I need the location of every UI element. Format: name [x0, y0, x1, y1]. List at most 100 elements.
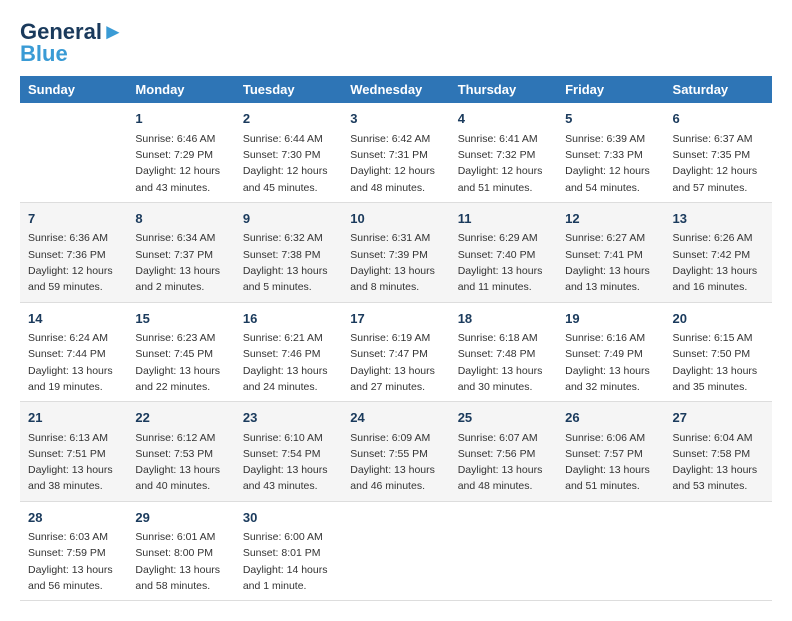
calendar-cell: 2Sunrise: 6:44 AMSunset: 7:30 PMDaylight… [235, 103, 342, 202]
calendar-cell: 14Sunrise: 6:24 AMSunset: 7:44 PMDayligh… [20, 302, 127, 402]
calendar-cell [450, 501, 557, 601]
day-info: Sunrise: 6:15 AMSunset: 7:50 PMDaylight:… [673, 330, 764, 395]
day-number: 3 [350, 109, 441, 129]
day-info: Sunrise: 6:44 AMSunset: 7:30 PMDaylight:… [243, 131, 334, 196]
day-number: 14 [28, 309, 119, 329]
day-info: Sunrise: 6:24 AMSunset: 7:44 PMDaylight:… [28, 330, 119, 395]
calendar-cell: 28Sunrise: 6:03 AMSunset: 7:59 PMDayligh… [20, 501, 127, 601]
calendar-cell: 6Sunrise: 6:37 AMSunset: 7:35 PMDaylight… [665, 103, 772, 202]
day-info: Sunrise: 6:42 AMSunset: 7:31 PMDaylight:… [350, 131, 441, 196]
week-row-1: 1Sunrise: 6:46 AMSunset: 7:29 PMDaylight… [20, 103, 772, 202]
calendar-cell: 16Sunrise: 6:21 AMSunset: 7:46 PMDayligh… [235, 302, 342, 402]
day-info: Sunrise: 6:06 AMSunset: 7:57 PMDaylight:… [565, 430, 656, 495]
calendar-cell: 1Sunrise: 6:46 AMSunset: 7:29 PMDaylight… [127, 103, 234, 202]
header-day-thursday: Thursday [450, 76, 557, 103]
page-header: General► Blue [20, 20, 772, 66]
calendar-cell: 24Sunrise: 6:09 AMSunset: 7:55 PMDayligh… [342, 402, 449, 502]
day-number: 8 [135, 209, 226, 229]
calendar-cell [665, 501, 772, 601]
header-day-friday: Friday [557, 76, 664, 103]
day-info: Sunrise: 6:00 AMSunset: 8:01 PMDaylight:… [243, 529, 334, 594]
calendar-cell: 17Sunrise: 6:19 AMSunset: 7:47 PMDayligh… [342, 302, 449, 402]
calendar-cell: 4Sunrise: 6:41 AMSunset: 7:32 PMDaylight… [450, 103, 557, 202]
day-number: 7 [28, 209, 119, 229]
calendar-cell: 15Sunrise: 6:23 AMSunset: 7:45 PMDayligh… [127, 302, 234, 402]
day-number: 1 [135, 109, 226, 129]
day-info: Sunrise: 6:31 AMSunset: 7:39 PMDaylight:… [350, 230, 441, 295]
header-row: SundayMondayTuesdayWednesdayThursdayFrid… [20, 76, 772, 103]
day-number: 28 [28, 508, 119, 528]
calendar-cell: 7Sunrise: 6:36 AMSunset: 7:36 PMDaylight… [20, 202, 127, 302]
day-info: Sunrise: 6:36 AMSunset: 7:36 PMDaylight:… [28, 230, 119, 295]
day-number: 12 [565, 209, 656, 229]
calendar-cell: 20Sunrise: 6:15 AMSunset: 7:50 PMDayligh… [665, 302, 772, 402]
day-info: Sunrise: 6:46 AMSunset: 7:29 PMDaylight:… [135, 131, 226, 196]
day-number: 21 [28, 408, 119, 428]
header-day-sunday: Sunday [20, 76, 127, 103]
day-number: 22 [135, 408, 226, 428]
day-info: Sunrise: 6:12 AMSunset: 7:53 PMDaylight:… [135, 430, 226, 495]
day-info: Sunrise: 6:19 AMSunset: 7:47 PMDaylight:… [350, 330, 441, 395]
calendar-cell: 5Sunrise: 6:39 AMSunset: 7:33 PMDaylight… [557, 103, 664, 202]
day-info: Sunrise: 6:34 AMSunset: 7:37 PMDaylight:… [135, 230, 226, 295]
day-number: 9 [243, 209, 334, 229]
week-row-2: 7Sunrise: 6:36 AMSunset: 7:36 PMDaylight… [20, 202, 772, 302]
day-info: Sunrise: 6:39 AMSunset: 7:33 PMDaylight:… [565, 131, 656, 196]
day-info: Sunrise: 6:16 AMSunset: 7:49 PMDaylight:… [565, 330, 656, 395]
day-info: Sunrise: 6:03 AMSunset: 7:59 PMDaylight:… [28, 529, 119, 594]
day-number: 16 [243, 309, 334, 329]
logo: General► Blue [20, 20, 124, 66]
day-info: Sunrise: 6:10 AMSunset: 7:54 PMDaylight:… [243, 430, 334, 495]
calendar-cell: 12Sunrise: 6:27 AMSunset: 7:41 PMDayligh… [557, 202, 664, 302]
calendar-cell [20, 103, 127, 202]
day-number: 19 [565, 309, 656, 329]
calendar-cell: 22Sunrise: 6:12 AMSunset: 7:53 PMDayligh… [127, 402, 234, 502]
week-row-4: 21Sunrise: 6:13 AMSunset: 7:51 PMDayligh… [20, 402, 772, 502]
calendar-cell: 9Sunrise: 6:32 AMSunset: 7:38 PMDaylight… [235, 202, 342, 302]
day-info: Sunrise: 6:01 AMSunset: 8:00 PMDaylight:… [135, 529, 226, 594]
day-number: 5 [565, 109, 656, 129]
day-number: 6 [673, 109, 764, 129]
day-number: 11 [458, 209, 549, 229]
day-number: 23 [243, 408, 334, 428]
calendar-cell: 10Sunrise: 6:31 AMSunset: 7:39 PMDayligh… [342, 202, 449, 302]
week-row-5: 28Sunrise: 6:03 AMSunset: 7:59 PMDayligh… [20, 501, 772, 601]
day-number: 18 [458, 309, 549, 329]
day-info: Sunrise: 6:27 AMSunset: 7:41 PMDaylight:… [565, 230, 656, 295]
calendar-cell: 3Sunrise: 6:42 AMSunset: 7:31 PMDaylight… [342, 103, 449, 202]
day-info: Sunrise: 6:37 AMSunset: 7:35 PMDaylight:… [673, 131, 764, 196]
day-number: 29 [135, 508, 226, 528]
logo-subtext: Blue [20, 42, 68, 66]
day-info: Sunrise: 6:32 AMSunset: 7:38 PMDaylight:… [243, 230, 334, 295]
header-day-wednesday: Wednesday [342, 76, 449, 103]
day-number: 26 [565, 408, 656, 428]
header-day-monday: Monday [127, 76, 234, 103]
calendar-cell: 25Sunrise: 6:07 AMSunset: 7:56 PMDayligh… [450, 402, 557, 502]
calendar-cell: 13Sunrise: 6:26 AMSunset: 7:42 PMDayligh… [665, 202, 772, 302]
header-day-saturday: Saturday [665, 76, 772, 103]
calendar-cell: 21Sunrise: 6:13 AMSunset: 7:51 PMDayligh… [20, 402, 127, 502]
day-info: Sunrise: 6:29 AMSunset: 7:40 PMDaylight:… [458, 230, 549, 295]
calendar-cell: 8Sunrise: 6:34 AMSunset: 7:37 PMDaylight… [127, 202, 234, 302]
calendar-cell: 23Sunrise: 6:10 AMSunset: 7:54 PMDayligh… [235, 402, 342, 502]
day-info: Sunrise: 6:26 AMSunset: 7:42 PMDaylight:… [673, 230, 764, 295]
day-number: 13 [673, 209, 764, 229]
calendar-cell: 19Sunrise: 6:16 AMSunset: 7:49 PMDayligh… [557, 302, 664, 402]
week-row-3: 14Sunrise: 6:24 AMSunset: 7:44 PMDayligh… [20, 302, 772, 402]
day-number: 20 [673, 309, 764, 329]
day-info: Sunrise: 6:23 AMSunset: 7:45 PMDaylight:… [135, 330, 226, 395]
day-info: Sunrise: 6:04 AMSunset: 7:58 PMDaylight:… [673, 430, 764, 495]
header-day-tuesday: Tuesday [235, 76, 342, 103]
day-number: 17 [350, 309, 441, 329]
day-info: Sunrise: 6:18 AMSunset: 7:48 PMDaylight:… [458, 330, 549, 395]
calendar-cell: 27Sunrise: 6:04 AMSunset: 7:58 PMDayligh… [665, 402, 772, 502]
calendar-cell [557, 501, 664, 601]
day-info: Sunrise: 6:41 AMSunset: 7:32 PMDaylight:… [458, 131, 549, 196]
calendar-cell: 26Sunrise: 6:06 AMSunset: 7:57 PMDayligh… [557, 402, 664, 502]
calendar-cell: 30Sunrise: 6:00 AMSunset: 8:01 PMDayligh… [235, 501, 342, 601]
calendar-cell: 11Sunrise: 6:29 AMSunset: 7:40 PMDayligh… [450, 202, 557, 302]
day-info: Sunrise: 6:13 AMSunset: 7:51 PMDaylight:… [28, 430, 119, 495]
day-number: 15 [135, 309, 226, 329]
day-number: 27 [673, 408, 764, 428]
day-number: 4 [458, 109, 549, 129]
